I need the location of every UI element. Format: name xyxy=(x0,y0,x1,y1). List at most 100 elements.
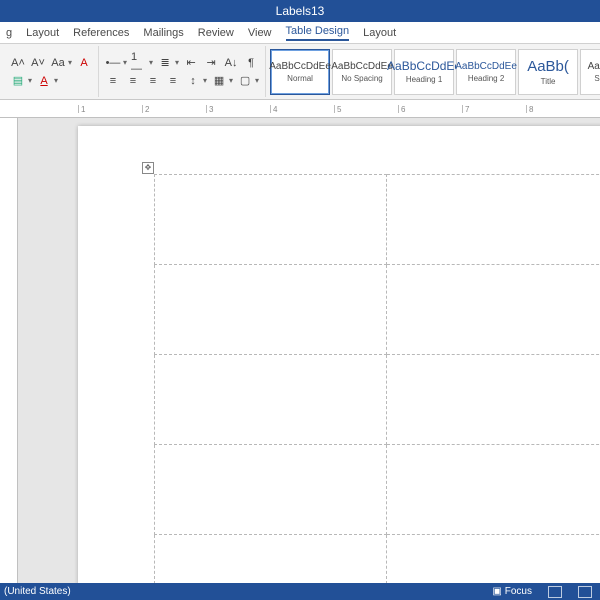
tab-layout[interactable]: Layout xyxy=(26,27,59,39)
font-color-button[interactable]: A xyxy=(36,73,52,89)
ribbon-group-font: A˄ A˅ Aa▾ A ▤▾ A▾ xyxy=(4,46,99,97)
labels-table[interactable] xyxy=(154,174,600,583)
numbering-button[interactable]: 1— xyxy=(131,55,147,71)
label-cell[interactable] xyxy=(155,355,387,445)
document-area[interactable]: ✥ xyxy=(18,118,600,583)
highlight-button[interactable]: ▤ xyxy=(10,73,26,89)
style-no-spacing[interactable]: AaBbCcDdEe No Spacing xyxy=(332,49,392,95)
page[interactable]: ✥ xyxy=(78,126,600,583)
change-case-button[interactable]: Aa xyxy=(50,55,66,71)
line-spacing-button[interactable]: ↕ xyxy=(185,73,201,89)
status-language[interactable]: (United States) xyxy=(4,586,71,597)
chevron-down-icon: ▾ xyxy=(149,58,153,67)
tab-review[interactable]: Review xyxy=(198,27,234,39)
ribbon-tabs: g Layout References Mailings Review View… xyxy=(0,22,600,44)
styles-gallery: AaBbCcDdEe Normal AaBbCcDdEe No Spacing … xyxy=(266,46,600,97)
label-cell[interactable] xyxy=(387,265,600,355)
align-right-button[interactable]: ≡ xyxy=(145,73,161,89)
ribbon: A˄ A˅ Aa▾ A ▤▾ A▾ •—▾ 1—▾ ≣▾ ⇤ ⇥ A↓ ¶ ≡ … xyxy=(0,44,600,100)
ruler-horizontal[interactable]: 1 2 3 4 5 6 7 8 xyxy=(0,100,600,118)
chevron-down-icon: ▾ xyxy=(229,76,233,85)
ruler-mark: 2 xyxy=(142,105,206,113)
sort-button[interactable]: A↓ xyxy=(223,55,239,71)
align-center-button[interactable]: ≡ xyxy=(125,73,141,89)
style-heading2[interactable]: AaBbCcDdEe Heading 2 xyxy=(456,49,516,95)
multilevel-button[interactable]: ≣ xyxy=(157,55,173,71)
table-row xyxy=(155,535,600,584)
style-title[interactable]: AaBb( Title xyxy=(518,49,578,95)
style-subtitle[interactable]: AаB S xyxy=(580,49,600,95)
window-title: Labels13 xyxy=(276,4,325,18)
table-row xyxy=(155,355,600,445)
label-cell[interactable] xyxy=(387,355,600,445)
label-cell[interactable] xyxy=(155,535,387,584)
align-justify-button[interactable]: ≡ xyxy=(165,73,181,89)
label-cell[interactable] xyxy=(387,535,600,584)
borders-button[interactable]: ▢ xyxy=(237,73,253,89)
style-preview: AaBbCcDdEe xyxy=(331,61,393,72)
style-preview: AaBb( xyxy=(527,58,569,75)
tab-references[interactable]: References xyxy=(73,27,129,39)
table-row xyxy=(155,175,600,265)
style-name: S xyxy=(594,74,599,83)
tab-table-design[interactable]: Table Design xyxy=(286,25,350,41)
label-cell[interactable] xyxy=(387,445,600,535)
ruler-marks: 1 2 3 4 5 6 7 8 xyxy=(78,100,600,117)
chevron-down-icon: ▾ xyxy=(123,58,127,67)
view-web-button[interactable] xyxy=(574,586,596,598)
grow-font-button[interactable]: A˄ xyxy=(10,55,26,71)
chevron-down-icon: ▾ xyxy=(175,58,179,67)
style-preview: AaBbCcDdEe xyxy=(269,61,331,72)
clear-format-button[interactable]: A xyxy=(76,55,92,71)
web-layout-icon xyxy=(578,586,592,598)
style-preview: AаB xyxy=(588,61,600,72)
tab-fragment: g xyxy=(6,27,12,39)
ruler-vertical[interactable] xyxy=(0,118,18,583)
bullets-button[interactable]: •— xyxy=(105,55,121,71)
style-normal[interactable]: AaBbCcDdEe Normal xyxy=(270,49,330,95)
chevron-down-icon: ▾ xyxy=(203,76,207,85)
table-move-handle[interactable]: ✥ xyxy=(142,162,154,174)
focus-icon: ▣ xyxy=(492,586,501,597)
increase-indent-button[interactable]: ⇥ xyxy=(203,55,219,71)
ruler-mark: 3 xyxy=(206,105,270,113)
view-print-button[interactable] xyxy=(544,586,566,598)
decrease-indent-button[interactable]: ⇤ xyxy=(183,55,199,71)
style-name: Normal xyxy=(287,74,313,83)
chevron-down-icon: ▾ xyxy=(28,76,32,85)
chevron-down-icon: ▾ xyxy=(54,76,58,85)
status-bar: (United States) ▣ Focus xyxy=(0,583,600,600)
ruler-mark: 5 xyxy=(334,105,398,113)
style-name: No Spacing xyxy=(341,74,382,83)
ribbon-group-paragraph: •—▾ 1—▾ ≣▾ ⇤ ⇥ A↓ ¶ ≡ ≡ ≡ ≡ ↕▾ ▦▾ ▢▾ xyxy=(99,46,266,97)
tab-mailings[interactable]: Mailings xyxy=(143,27,183,39)
style-name: Title xyxy=(541,77,556,86)
ruler-mark: 4 xyxy=(270,105,334,113)
ruler-mark: 1 xyxy=(78,105,142,113)
style-preview: AaBbCcDdEe xyxy=(387,59,461,73)
focus-mode-button[interactable]: ▣ Focus xyxy=(488,586,536,597)
ruler-mark: 7 xyxy=(462,105,526,113)
tab-table-layout[interactable]: Layout xyxy=(363,27,396,39)
align-left-button[interactable]: ≡ xyxy=(105,73,121,89)
label-cell[interactable] xyxy=(387,175,600,265)
shrink-font-button[interactable]: A˅ xyxy=(30,55,46,71)
print-layout-icon xyxy=(548,586,562,598)
style-preview: AaBbCcDdEe xyxy=(455,61,517,72)
label-cell[interactable] xyxy=(155,445,387,535)
chevron-down-icon: ▾ xyxy=(255,76,259,85)
shading-button[interactable]: ▦ xyxy=(211,73,227,89)
ruler-mark: 8 xyxy=(526,105,590,113)
style-heading1[interactable]: AaBbCcDdEe Heading 1 xyxy=(394,49,454,95)
table-row xyxy=(155,265,600,355)
ruler-mark: 6 xyxy=(398,105,462,113)
table-row xyxy=(155,445,600,535)
focus-label: Focus xyxy=(505,586,532,597)
label-cell[interactable] xyxy=(155,175,387,265)
style-name: Heading 2 xyxy=(468,74,504,83)
tab-view[interactable]: View xyxy=(248,27,272,39)
chevron-down-icon: ▾ xyxy=(68,58,72,67)
show-marks-button[interactable]: ¶ xyxy=(243,55,259,71)
label-cell[interactable] xyxy=(155,265,387,355)
style-name: Heading 1 xyxy=(406,75,442,84)
